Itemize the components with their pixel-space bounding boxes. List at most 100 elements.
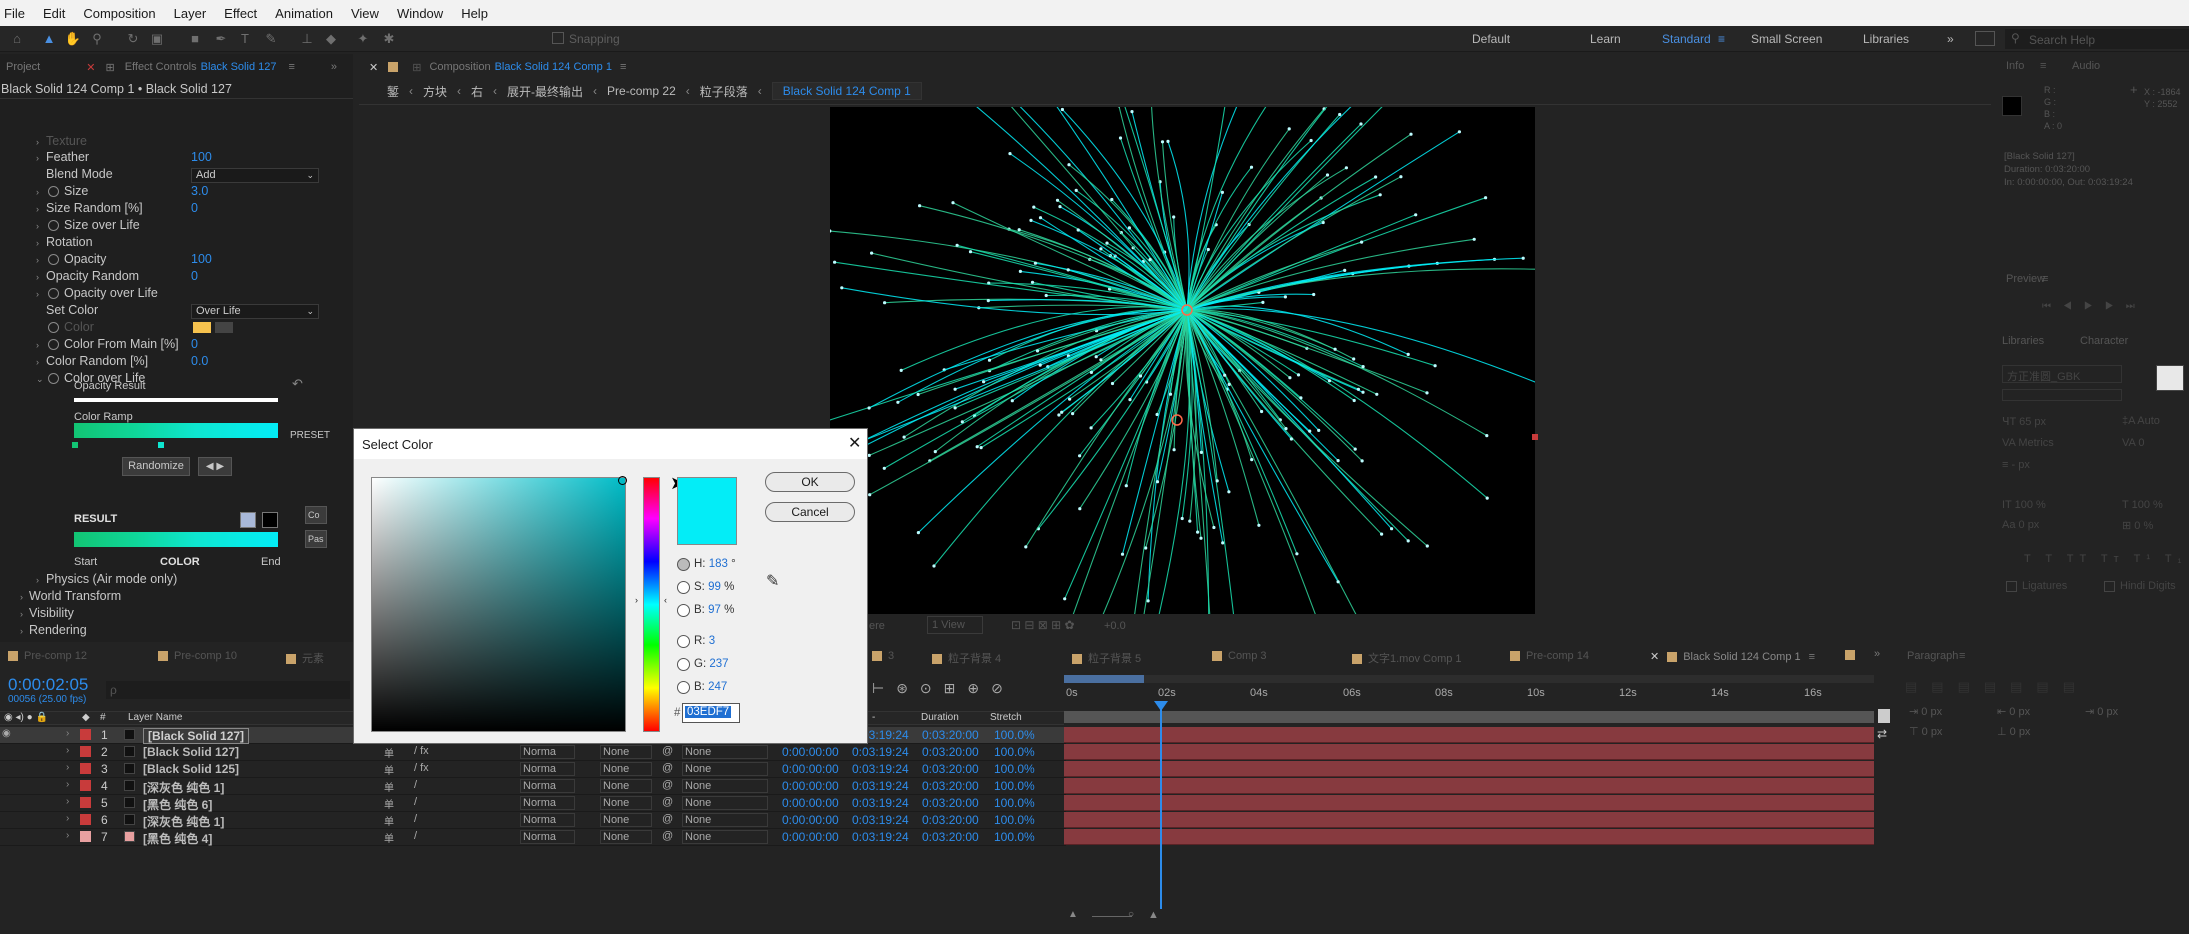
snapping-checkbox[interactable] (552, 32, 564, 44)
out-point[interactable]: 0:03:19:24 (852, 830, 909, 844)
stroke-width-field[interactable]: ≡ - px (2002, 459, 2030, 471)
color-picker-cursor[interactable] (618, 476, 627, 485)
expand-triangle-icon[interactable]: › (66, 813, 69, 824)
shy-switch-icon[interactable]: 单 (384, 779, 394, 794)
indent-left-field[interactable]: ⇥ 0 px (1909, 705, 1942, 718)
timeline-tab[interactable]: Pre-comp 12 (8, 650, 87, 662)
exposure-value[interactable]: +0.0 (1104, 620, 1126, 632)
mode-dropdown[interactable]: Norma (520, 745, 575, 759)
timeline-tab[interactable]: 粒子背景 4 (932, 650, 1001, 666)
comp-viewer[interactable] (820, 40, 1557, 661)
co-button[interactable]: Co (305, 506, 327, 524)
layer-name-header[interactable]: Layer Name (128, 712, 182, 723)
breadcrumb-item[interactable]: 展开-最终输出 (507, 83, 583, 100)
s-field[interactable]: S: 99 % (694, 581, 734, 593)
camera-tool-icon[interactable]: ▣ (148, 30, 166, 48)
shy-switch-icon[interactable]: 单 (384, 830, 394, 845)
group-rendering[interactable]: Rendering (29, 623, 87, 637)
breadcrumb-item[interactable]: 粒子段落 (700, 83, 748, 100)
mode-dropdown[interactable]: Norma (520, 779, 575, 793)
blue-field[interactable]: B: 247 (694, 681, 727, 693)
tab-info[interactable]: Info (2006, 60, 2024, 72)
expand-triangle-icon[interactable]: › (36, 289, 39, 299)
ligatures-checkbox[interactable] (2006, 581, 2017, 592)
close-icon[interactable]: ✕ (1650, 651, 1659, 663)
in-point[interactable]: 0:00:00:00 (782, 779, 839, 793)
expand-triangle-icon[interactable]: › (66, 745, 69, 756)
h-field[interactable]: H: 183 ° (694, 558, 736, 570)
mode-dropdown[interactable]: Norma (520, 796, 575, 810)
prop-value-1[interactable]: 100 (191, 150, 212, 164)
in-point[interactable]: 0:00:00:00 (782, 830, 839, 844)
pickwhip-icon[interactable]: @ (662, 779, 673, 791)
table-row[interactable]: › 7 [黑色 纯色 4] 单 / Norma None @ None 0:00:00:00 0:0… (0, 829, 1066, 846)
space-after-field[interactable]: ⊥ 0 px (1997, 725, 2030, 738)
timeline-switch-icons[interactable]: ⊢⊛⊙⊞⊕⊘ (872, 680, 1015, 697)
menu-edit[interactable]: Edit (41, 6, 67, 21)
rotate-tool-icon[interactable]: ↻ (124, 30, 142, 48)
hue-slider[interactable] (643, 477, 660, 732)
close-icon[interactable]: ✕ (86, 61, 95, 74)
vertical-scale-field[interactable]: IT 100 % (2002, 499, 2046, 511)
menu-effect[interactable]: Effect (222, 6, 259, 21)
label-color-swatch[interactable] (80, 780, 91, 791)
duration-value[interactable]: 0:03:20:00 (922, 796, 979, 810)
expand-triangle-icon[interactable]: › (36, 357, 39, 367)
table-row[interactable]: › 3 [Black Solid 125] 单 / fx Norma None @ None 0:… (0, 761, 1066, 778)
expand-triangle-icon[interactable]: › (66, 728, 69, 739)
expand-triangle-icon[interactable]: › (20, 626, 23, 636)
parent-dropdown[interactable]: None (682, 779, 768, 793)
work-area-selection[interactable] (1064, 675, 1144, 683)
label-color-swatch[interactable] (80, 831, 91, 842)
blue-value[interactable]: 247 (708, 681, 727, 693)
track-matte-dropdown[interactable]: None (600, 813, 652, 827)
type-tool-icon[interactable]: T (236, 30, 254, 48)
label-color-swatch[interactable] (80, 746, 91, 757)
prop-value-13[interactable]: 0.0 (191, 354, 208, 368)
expand-triangle-icon[interactable]: › (20, 592, 23, 602)
layer-duration-bar[interactable] (1064, 744, 1874, 760)
stretch-value[interactable]: 100.0% (994, 813, 1035, 827)
fx-switch-icon[interactable]: / (414, 830, 417, 842)
text-style-buttons[interactable]: T T TT Tт T¹ T₁ (2024, 553, 2187, 565)
clone-tool-icon[interactable]: ⊥ (298, 30, 316, 48)
zoom-tool-icon[interactable]: ⚲ (88, 30, 106, 48)
expand-triangle-icon[interactable]: › (36, 204, 39, 214)
parent-dropdown[interactable]: None (682, 762, 768, 776)
prop-value-8[interactable]: 0 (191, 269, 198, 283)
timeline-tab[interactable]: 元素 (286, 650, 324, 666)
effect-controls-layer[interactable]: Black Solid 127 (201, 61, 277, 73)
stretch-header[interactable]: Stretch (990, 712, 1022, 723)
hue-slider-left-arrow[interactable]: › (635, 595, 638, 605)
prop-dropdown-10[interactable]: Over Life ⌄ (191, 304, 319, 319)
comp-lock-icon[interactable]: ⊞ (412, 61, 421, 74)
baseline-field[interactable]: Aa 0 px (2002, 519, 2039, 531)
collapse-triangle-icon[interactable]: ⌄ (36, 374, 44, 385)
timeline-search-input[interactable]: ρ (106, 681, 350, 699)
shy-switch-icon[interactable]: 单 (384, 762, 394, 777)
reset-arrow-icon[interactable]: ↶ (292, 376, 303, 392)
comp-marker-icon[interactable] (1878, 709, 1890, 723)
tracking-field[interactable]: VA 0 (2122, 437, 2144, 449)
stretch-value[interactable]: 100.0% (994, 728, 1035, 742)
timeline-tab[interactable]: 文字1.mov Comp 1 (1352, 650, 1462, 666)
track-matte-dropdown[interactable]: None (600, 762, 652, 776)
pen-tool-icon[interactable]: ✒ (212, 30, 230, 48)
playhead-line[interactable] (1160, 707, 1162, 920)
track-matte-dropdown[interactable]: None (600, 830, 652, 844)
randomize-button[interactable]: Randomize (122, 457, 190, 476)
hindi-digits-checkbox[interactable] (2104, 581, 2115, 592)
fx-switch-icon[interactable]: / (414, 796, 417, 808)
prop-value-4[interactable]: 0 (191, 201, 198, 215)
track-matte-dropdown[interactable]: None (600, 779, 652, 793)
color-swatch[interactable] (193, 322, 211, 333)
layer-duration-bar[interactable] (1064, 829, 1874, 845)
zoom-navigator[interactable] (1064, 711, 1874, 723)
parent-dropdown[interactable]: None (682, 813, 768, 827)
prop-value-3[interactable]: 3.0 (191, 184, 208, 198)
prop-value-7[interactable]: 100 (191, 252, 212, 266)
timeline-tab[interactable]: ✕ Black Solid 124 Comp 1 ≡ (1650, 650, 1815, 663)
home-icon[interactable]: ⌂ (8, 30, 26, 48)
zoom-in-icon[interactable]: ▲ (1148, 909, 1159, 921)
b-value[interactable]: 97 (708, 604, 721, 616)
